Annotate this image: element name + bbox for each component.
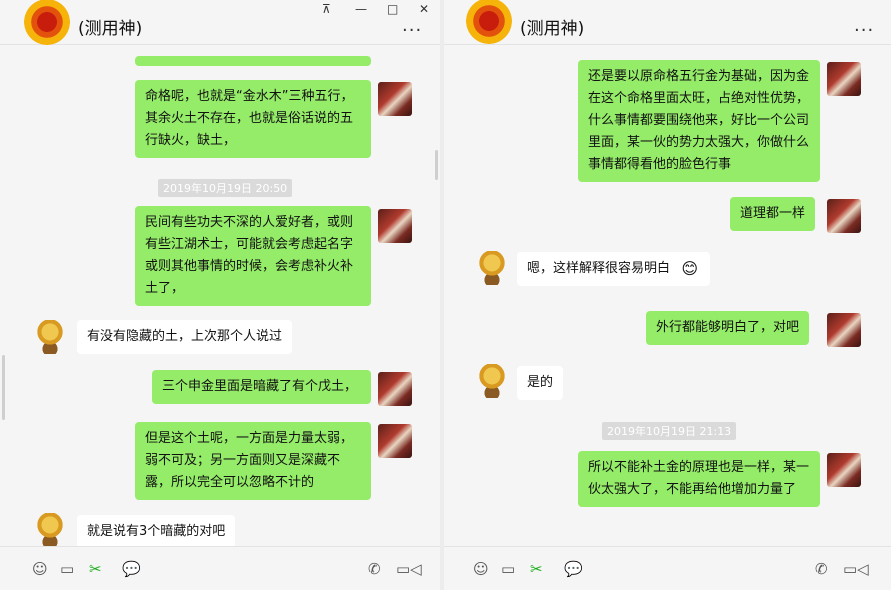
message-bubble-incoming[interactable]: 就是说有3个暗藏的对吧 <box>77 515 236 549</box>
my-avatar[interactable] <box>378 209 412 243</box>
more-options-icon[interactable]: ··· <box>854 20 874 41</box>
message-bubble-incoming[interactable]: 嗯，这样解释很容易明白 😊 <box>517 252 711 286</box>
contact-avatar[interactable] <box>33 320 67 354</box>
message-bubble-outgoing[interactable]: 三个申金里面是暗藏了有个戊土， <box>152 370 371 404</box>
my-avatar[interactable] <box>827 199 861 233</box>
message-text: 嗯，这样解释很容易明白 <box>527 261 671 276</box>
my-avatar[interactable] <box>827 62 861 96</box>
minimize-icon[interactable]: — <box>355 2 367 16</box>
chat-window-right: (测用神) ··· 还是要以原命格五行金为基础，因为金在这个命格里面太旺，占绝对… <box>444 0 891 590</box>
folder-icon[interactable]: ▭ <box>501 560 515 578</box>
scissors-icon[interactable]: ✂ <box>530 560 543 578</box>
message-bubble-outgoing[interactable]: 道理都一样 <box>730 197 816 231</box>
emoji-icon[interactable]: ☺ <box>32 560 48 578</box>
contact-avatar[interactable] <box>24 0 70 45</box>
message-bubble-outgoing[interactable]: 外行都能够明白了，对吧 <box>646 311 810 345</box>
my-avatar[interactable] <box>378 424 412 458</box>
video-call-icon[interactable]: ▭◁ <box>843 560 869 578</box>
phone-icon[interactable]: ✆ <box>815 560 828 578</box>
emoji-icon[interactable]: ☺ <box>473 560 489 578</box>
message-bubble-incoming[interactable]: 是的 <box>517 366 564 400</box>
message-bubble-outgoing[interactable]: 还是要以原命格五行金为基础，因为金在这个命格里面太旺，占绝对性优势，什么事情都要… <box>578 60 820 182</box>
message-bubble-incoming[interactable]: 有没有隐藏的土，上次那个人说过 <box>77 320 293 354</box>
contact-avatar[interactable] <box>33 513 67 547</box>
my-avatar[interactable] <box>827 453 861 487</box>
video-call-icon[interactable]: ▭◁ <box>396 560 422 578</box>
my-avatar[interactable] <box>827 313 861 347</box>
message-bubble-outgoing[interactable]: 民间有些功夫不深的人爱好者，或则有些江湖术士，可能就会考虑起名字或则其他事情的时… <box>135 206 371 306</box>
message-bubble-outgoing[interactable]: 但是这个土呢，一方面是力量太弱，弱不可及；另一方面则又是深藏不露，所以完全可以忽… <box>135 422 371 500</box>
input-toolbar: ☺ ▭ ✂ 💬 ✆ ▭◁ <box>444 546 891 590</box>
phone-icon[interactable]: ✆ <box>368 560 381 578</box>
smile-emoji-icon: 😊 <box>681 259 699 278</box>
message-timestamp: 2019年10月19日 20:50 <box>158 179 293 197</box>
chat-history-icon[interactable]: 💬 <box>122 560 141 578</box>
message-bubble-partial <box>135 56 371 66</box>
folder-icon[interactable]: ▭ <box>60 560 74 578</box>
chat-title: (测用神) <box>520 19 585 39</box>
input-toolbar: ☺ ▭ ✂ 💬 ✆ ▭◁ <box>0 546 440 590</box>
close-icon[interactable]: ✕ <box>419 2 429 16</box>
message-bubble-outgoing[interactable]: 命格呢，也就是“金水木”三种五行，其余火土不存在，也就是俗话说的五行缺火，缺土， <box>135 80 371 158</box>
pin-icon[interactable]: ⊼ <box>322 2 331 16</box>
my-avatar[interactable] <box>378 372 412 406</box>
scissors-icon[interactable]: ✂ <box>89 560 102 578</box>
chat-header: (测用神) ··· <box>444 0 891 45</box>
scrollbar[interactable] <box>435 150 438 180</box>
my-avatar[interactable] <box>378 82 412 116</box>
message-timestamp: 2019年10月19日 21:13 <box>602 422 737 440</box>
chat-header: (测用神) ··· ⊼ — □ ✕ <box>0 0 440 45</box>
contact-avatar[interactable] <box>475 251 509 285</box>
contact-avatar[interactable] <box>475 364 509 398</box>
more-options-icon[interactable]: ··· <box>402 20 422 41</box>
scrollbar[interactable] <box>2 355 5 420</box>
maximize-icon[interactable]: □ <box>387 2 398 16</box>
chat-title: (测用神) <box>78 19 143 39</box>
contact-avatar[interactable] <box>466 0 512 44</box>
chat-history-icon[interactable]: 💬 <box>564 560 583 578</box>
message-bubble-outgoing[interactable]: 所以不能补土金的原理也是一样，某一伙太强大了，不能再给他增加力量了 <box>578 451 820 507</box>
chat-window-left: (测用神) ··· ⊼ — □ ✕ 命格呢，也就是“金水木”三种五行，其余火土不… <box>0 0 441 590</box>
